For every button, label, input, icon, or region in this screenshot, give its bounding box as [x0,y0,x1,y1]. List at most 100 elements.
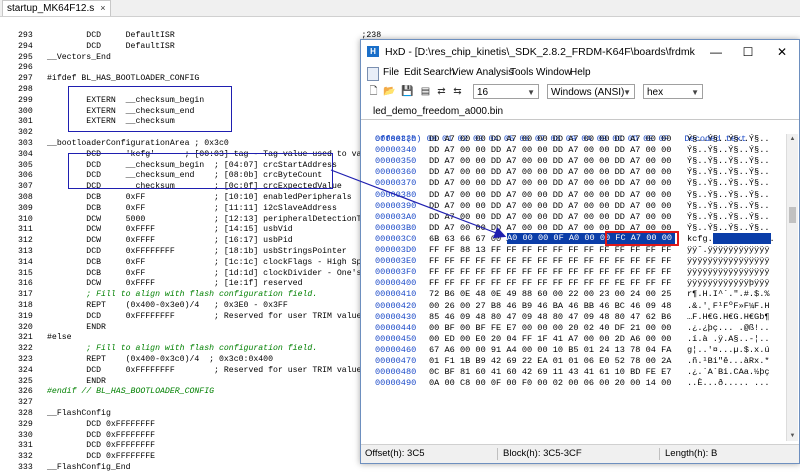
hex-row[interactable]: 000003A0 DD A7 00 00 DD A7 00 00 DD A7 00… [361,212,781,223]
row-decoded-text[interactable]: r¶.H.I^`.".#.$.% [687,289,770,300]
hex-row[interactable]: 00000350 DD A7 00 00 DD A7 00 00 DD A7 00… [361,156,781,167]
hex-row[interactable]: 00000490 0A 00 C8 00 0F 00 F0 00 02 00 06… [361,378,781,389]
menu-analysis[interactable]: Analysis [476,65,513,81]
hex-row[interactable]: 00000340 DD A7 00 00 DD A7 00 00 DD A7 00… [361,145,781,156]
row-bytes[interactable]: 01 F1 1B B9 42 69 22 EA 01 01 06 E0 52 7… [429,356,671,367]
line-number: 317 [18,290,33,300]
close-icon[interactable]: × [100,3,105,13]
row-decoded-text[interactable]: Ý§..Ý§..Ý§..Ý§.. [687,156,770,167]
menu-search[interactable]: Search [423,65,455,81]
row-bytes[interactable]: DD A7 00 00 DD A7 00 00 DD A7 00 00 DD A… [429,145,671,156]
row-bytes[interactable]: 72 B6 0E 48 0E 49 88 60 00 22 00 23 00 2… [429,289,671,300]
close-button[interactable]: ✕ [767,40,797,64]
row-bytes[interactable]: 0A 00 C8 00 0F 00 F0 00 02 00 06 00 20 0… [429,378,671,389]
hex-row[interactable]: 00000420 00 26 00 27 B8 46 B9 46 BA 46 BB… [361,301,781,312]
bytes-per-row-select[interactable]: 16 ▼ [473,84,539,99]
swap-icon[interactable]: ⇄ [435,85,448,98]
row-bytes[interactable]: 67 A6 00 00 91 A4 00 00 10 B5 01 24 13 7… [429,345,671,356]
row-bytes[interactable]: 0C BF 81 60 41 60 42 69 11 43 41 61 10 B… [429,367,671,378]
columns-icon[interactable]: ⇆ [451,85,464,98]
open-file-icon[interactable]: 📂 [383,85,396,98]
row-decoded-text[interactable]: .¿.`A`Bi.CAa.½þç [687,367,770,378]
row-bytes[interactable]: 00 ED 00 E0 20 04 FF 1F 41 A7 00 00 2D A… [429,334,671,345]
scroll-down-icon[interactable]: ▼ [787,431,798,441]
row-decoded-text[interactable]: Ý§..Ý§..Ý§..Ý§.. [687,145,770,156]
row-bytes[interactable]: DD A7 00 00 DD A7 00 00 DD A7 00 00 DD A… [429,134,671,145]
maximize-button[interactable]: ☐ [733,40,763,64]
hex-row[interactable]: 00000470 01 F1 1B B9 42 69 22 EA 01 01 06… [361,356,781,367]
display-mode-select[interactable]: hex ▼ [643,84,703,99]
menu-view[interactable]: View [452,65,474,81]
row-decoded-text[interactable]: Ý§..Ý§..Ý§..Ý§.. [687,167,770,178]
row-decoded-text[interactable]: Ý§..Ý§..Ý§..Ý§.. [687,190,770,201]
row-decoded-text[interactable]: ÿÿÿÿÿÿÿÿÿÿÿÿÿÿÿÿ [687,267,770,278]
scroll-thumb[interactable] [789,207,796,223]
code-text: ; Fill to align with flash configuration… [47,290,318,300]
row-bytes[interactable]: FF FF FF FF FF FF FF FF FF FF FF FF FF F… [429,267,671,278]
row-bytes[interactable]: DD A7 00 00 DD A7 00 00 DD A7 00 00 DD A… [429,178,671,189]
hex-row[interactable]: 00000400 FF FF FF FF FF FF FF FF FF FF FF… [361,278,781,289]
save-icon[interactable]: 💾 [401,85,414,98]
minimize-button[interactable]: — [701,40,731,64]
file-tab[interactable]: led_demo_freedom_a000.bin [367,104,510,119]
menu-window[interactable]: Window [536,65,572,81]
row-offset: 00000330 [375,134,417,144]
scroll-up-icon[interactable]: ▲ [787,134,798,144]
row-bytes[interactable]: DD A7 00 00 DD A7 00 00 DD A7 00 00 DD A… [429,156,671,167]
hex-row[interactable]: 00000440 00 BF 00 BF FE E7 00 00 00 20 02… [361,323,781,334]
row-bytes[interactable]: DD A7 00 00 DD A7 00 00 DD A7 00 00 DD A… [429,190,671,201]
hex-row[interactable]: 00000480 0C BF 81 60 41 60 42 69 11 43 41… [361,367,781,378]
row-decoded-text[interactable]: .¿.¿þç... .@ß!.. [687,323,770,334]
row-decoded-text[interactable]: ÿÿÿÿÿÿÿÿÿÿÿÿþÿÿÿ [687,278,770,289]
new-file-icon[interactable]: 🗋 [367,85,380,98]
row-decoded-text[interactable]: .ñ.¹Bi"ê...àRx.* [687,356,770,367]
row-decoded-text[interactable]: Ý§..Ý§..Ý§..Ý§.. [687,178,770,189]
row-decoded-text[interactable]: ÿÿˆ.ÿÿÿÿÿÿÿÿÿÿÿÿ [687,245,770,256]
row-bytes[interactable]: DD A7 00 00 DD A7 00 00 DD A7 00 00 DD A… [429,167,671,178]
hex-row[interactable]: 00000390 DD A7 00 00 DD A7 00 00 DD A7 00… [361,201,781,212]
row-decoded-text[interactable]: …F.H€G.H€G.H€Gb¶ [687,312,770,323]
row-bytes[interactable]: DD A7 00 00 DD A7 00 00 DD A7 00 00 DD A… [429,212,671,223]
hxd-window: H HxD - [D:\res_chip_kinetis\_SDK_2.8.2_… [360,39,800,464]
hex-row[interactable]: 00000460 67 A6 00 00 91 A4 00 00 10 B5 01… [361,345,781,356]
row-decoded-text[interactable]: .&.'¸F¹FºF»F¼F.H [687,301,770,312]
row-decoded-text[interactable]: g¦..'¤...µ.$.x.ú [687,345,770,356]
menu-edit[interactable]: Edit [404,65,421,81]
editor-tab-startup-file[interactable]: startup_MK64F12.s × [2,0,111,16]
row-decoded-text[interactable]: ÿÿÿÿÿÿÿÿÿÿÿÿÿÿÿÿ [687,256,770,267]
toggle-view-icon[interactable]: ▤ [419,85,432,98]
code-text: DCD DefaultISR ;239 [47,41,382,51]
hex-row[interactable]: 00000380 DD A7 00 00 DD A7 00 00 DD A7 00… [361,190,781,201]
menu-help[interactable]: Help [570,65,591,81]
row-decoded-text[interactable]: Ý§..Ý§..Ý§..Ý§.. [687,212,770,223]
hex-row[interactable]: 00000430 85 46 09 48 80 47 09 48 80 47 09… [361,312,781,323]
row-bytes[interactable]: DD A7 00 00 DD A7 00 00 DD A7 00 00 DD A… [429,201,671,212]
row-decoded-text[interactable]: ..È...ð..... ... [687,378,770,389]
row-bytes[interactable]: FF FF 88 13 FF FF FF FF FF FF FF FF FF F… [429,245,671,256]
row-offset: 00000370 [375,178,417,189]
row-bytes[interactable]: 00 BF 00 BF FE E7 00 00 00 20 02 40 DF 2… [429,323,671,334]
hex-row[interactable]: 000003E0 FF FF FF FF FF FF FF FF FF FF FF… [361,256,781,267]
display-mode-value: hex [647,87,664,98]
hex-row[interactable]: 00000360 DD A7 00 00 DD A7 00 00 DD A7 00… [361,167,781,178]
row-decoded-text[interactable]: .í.à .ÿ.A§..-¦.. [687,334,770,345]
hex-row[interactable]: 000003F0 FF FF FF FF FF FF FF FF FF FF FF… [361,267,781,278]
hxd-title-bar[interactable]: H HxD - [D:\res_chip_kinetis\_SDK_2.8.2_… [361,40,799,64]
row-decoded-text[interactable]: Ý§..Ý§..Ý§..Ý§.. [687,201,770,212]
menu-file[interactable]: File [383,65,399,81]
row-bytes[interactable]: FF FF FF FF FF FF FF FF FF FF FF FF FE F… [429,278,671,289]
hex-row[interactable]: 00000450 00 ED 00 E0 20 04 FF 1F 41 A7 00… [361,334,781,345]
hex-row[interactable]: 00000410 72 B6 0E 48 0E 49 88 60 00 22 00… [361,289,781,300]
row-bytes[interactable]: 00 26 00 27 B8 46 B9 46 BA 46 BB 46 BC 4… [429,301,671,312]
row-bytes[interactable]: FF FF FF FF FF FF FF FF FF FF FF FF FF F… [429,256,671,267]
vertical-scrollbar[interactable]: ▲ ▼ [786,134,798,441]
hex-row[interactable]: 00000370 DD A7 00 00 DD A7 00 00 DD A7 00… [361,178,781,189]
row-decoded-text[interactable]: Ý§..Ý§..Ý§..Ý§.. [687,134,770,145]
hex-row[interactable]: 00000330 DD A7 00 00 DD A7 00 00 DD A7 00… [361,134,781,145]
menu-tools[interactable]: Tools [510,65,533,81]
row-bytes[interactable]: 85 46 09 48 80 47 09 48 80 47 09 48 80 4… [429,312,671,323]
line-number: 316 [18,279,33,289]
charset-select[interactable]: Windows (ANSI) ▼ [547,84,635,99]
hex-row[interactable]: 000003D0 FF FF 88 13 FF FF FF FF FF FF FF… [361,245,781,256]
charset-value: Windows (ANSI) [551,87,625,98]
